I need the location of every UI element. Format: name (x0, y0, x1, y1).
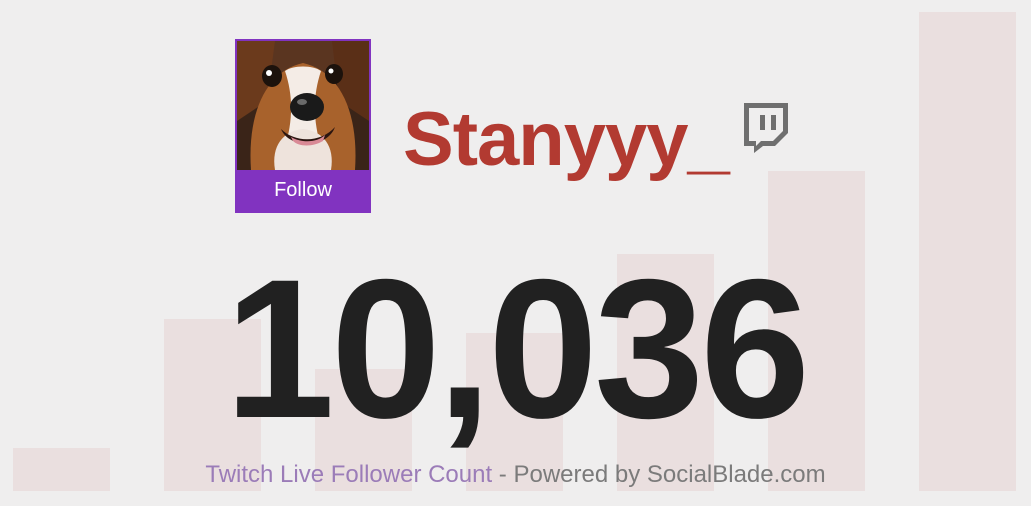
footer-credit: - Powered by SocialBlade.com (492, 461, 826, 488)
follow-button[interactable]: Follow (237, 170, 369, 211)
twitch-logo-icon[interactable] (741, 100, 791, 154)
footer-link[interactable]: Twitch Live Follower Count (205, 461, 492, 488)
dog-avatar-image (237, 41, 369, 170)
avatar (237, 41, 369, 170)
channel-name: Stanyyy_ (403, 97, 730, 182)
follower-count: 10,036 (224, 238, 811, 459)
avatar-card[interactable]: Follow (235, 39, 371, 213)
footer: Twitch Live Follower Count - Powered by … (0, 461, 1031, 490)
